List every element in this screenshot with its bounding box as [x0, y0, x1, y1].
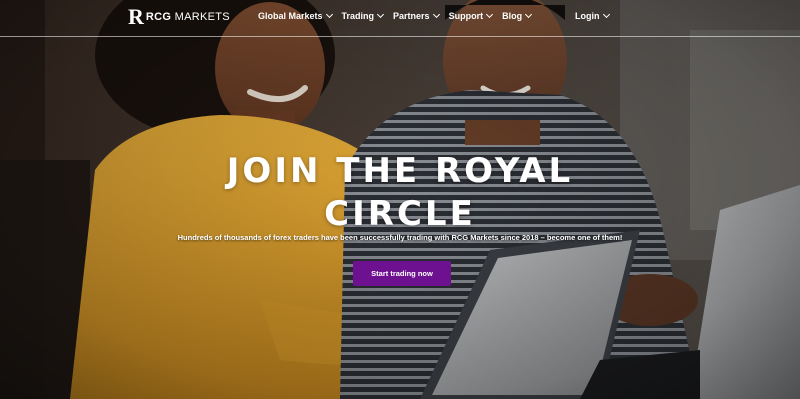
hero-headline: JOIN THE ROYAL CIRCLE	[150, 150, 650, 236]
chevron-down-icon	[325, 10, 333, 19]
logo-wordmark-bold: RCG	[145, 11, 172, 23]
chevron-down-icon	[432, 10, 440, 19]
nav-item-partners[interactable]: Partners	[393, 10, 440, 21]
login-label: Login	[575, 11, 600, 21]
nav-item-label: Trading	[341, 11, 375, 21]
nav-item-label: Support	[448, 11, 484, 21]
hero-headline-line2: CIRCLE	[324, 194, 476, 234]
chevron-down-icon	[525, 10, 533, 19]
nav-item-label: Partners	[393, 11, 430, 21]
nav-item-label: Blog	[502, 11, 523, 21]
nav-item-global-markets[interactable]: Global Markets	[258, 10, 333, 21]
logo-wordmark-rest: MARKETS	[171, 11, 230, 23]
nav-item-trading[interactable]: Trading	[341, 10, 385, 21]
start-trading-button-label: Start trading now	[371, 269, 433, 278]
hero-headline-line1: JOIN THE ROYAL	[226, 151, 574, 191]
brand-logo[interactable]: R RCG MARKETS	[128, 6, 230, 28]
chevron-down-icon	[602, 10, 610, 19]
site-header: R RCG MARKETS Global Markets Trading Par…	[0, 0, 800, 37]
main-nav: Global Markets Trading Partners Support …	[258, 10, 541, 21]
logo-wordmark: RCG MARKETS	[146, 11, 230, 23]
start-trading-button[interactable]: Start trading now	[353, 261, 451, 286]
hero-subtitle: Hundreds of thousands of forex traders h…	[177, 233, 623, 242]
logo-mark: R	[128, 4, 144, 29]
nav-item-support[interactable]: Support	[448, 10, 494, 21]
chevron-down-icon	[486, 10, 494, 19]
login-menu[interactable]: Login	[575, 10, 610, 21]
nav-item-blog[interactable]: Blog	[502, 10, 533, 21]
chevron-down-icon	[377, 10, 385, 19]
nav-item-label: Global Markets	[258, 11, 323, 21]
